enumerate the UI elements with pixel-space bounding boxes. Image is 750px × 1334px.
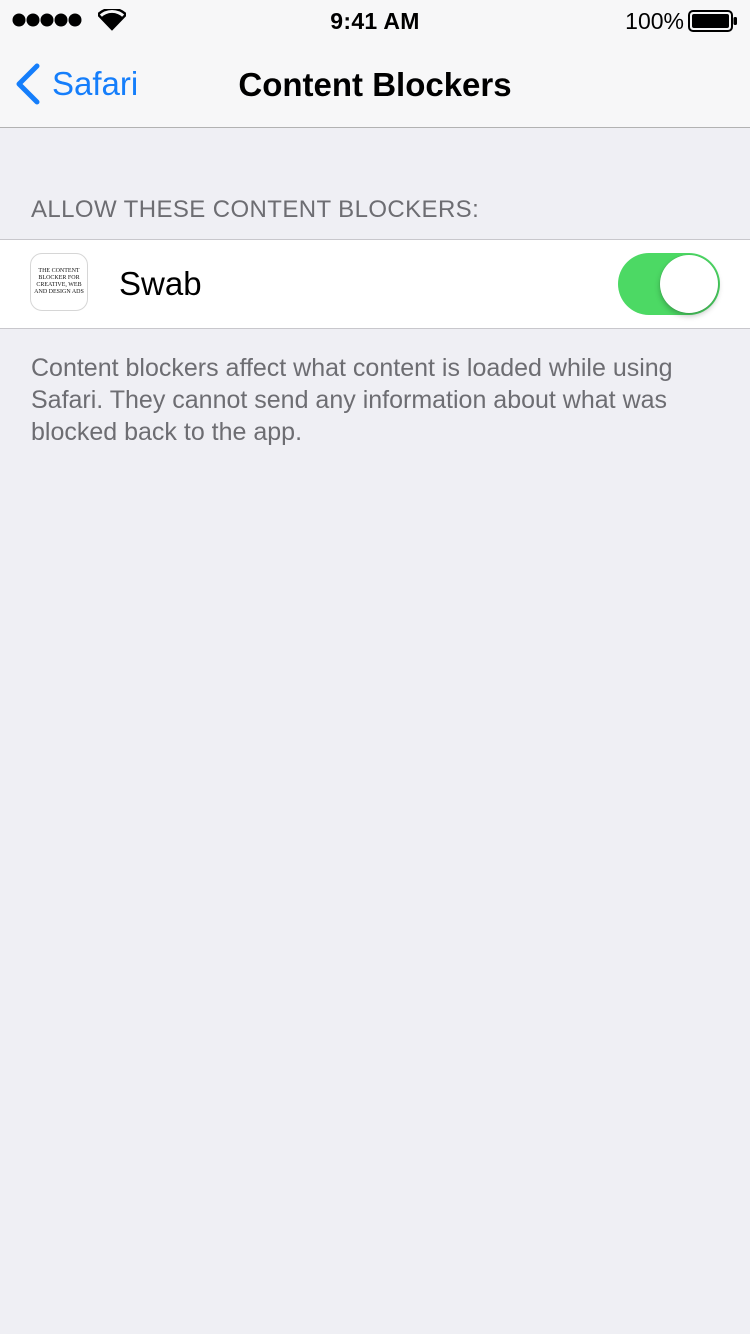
battery-percent: 100% (625, 8, 684, 34)
content-blocker-list: THE CONTENT BLOCKER FOR CREATIVE, WEB AN… (0, 239, 750, 329)
toggle-knob (660, 255, 718, 313)
content-blocker-name: Swab (119, 265, 202, 302)
section-header: ALLOW THESE CONTENT BLOCKERS: (31, 196, 480, 223)
status-bar: 9:41 AM 100% (0, 0, 750, 40)
battery-full-icon (688, 10, 737, 32)
section-footer: Content blockers affect what content is … (31, 354, 673, 446)
top-bar: 9:41 AM 100% Safari Content Blockers (0, 0, 750, 128)
swab-app-icon: THE CONTENT BLOCKER FOR CREATIVE, WEB AN… (30, 253, 88, 311)
navigation-bar: Safari Content Blockers (0, 40, 750, 128)
swab-toggle[interactable] (618, 253, 720, 315)
app-icon-text: THE CONTENT BLOCKER FOR CREATIVE, WEB AN… (34, 268, 84, 295)
page-title: Content Blockers (238, 66, 512, 103)
